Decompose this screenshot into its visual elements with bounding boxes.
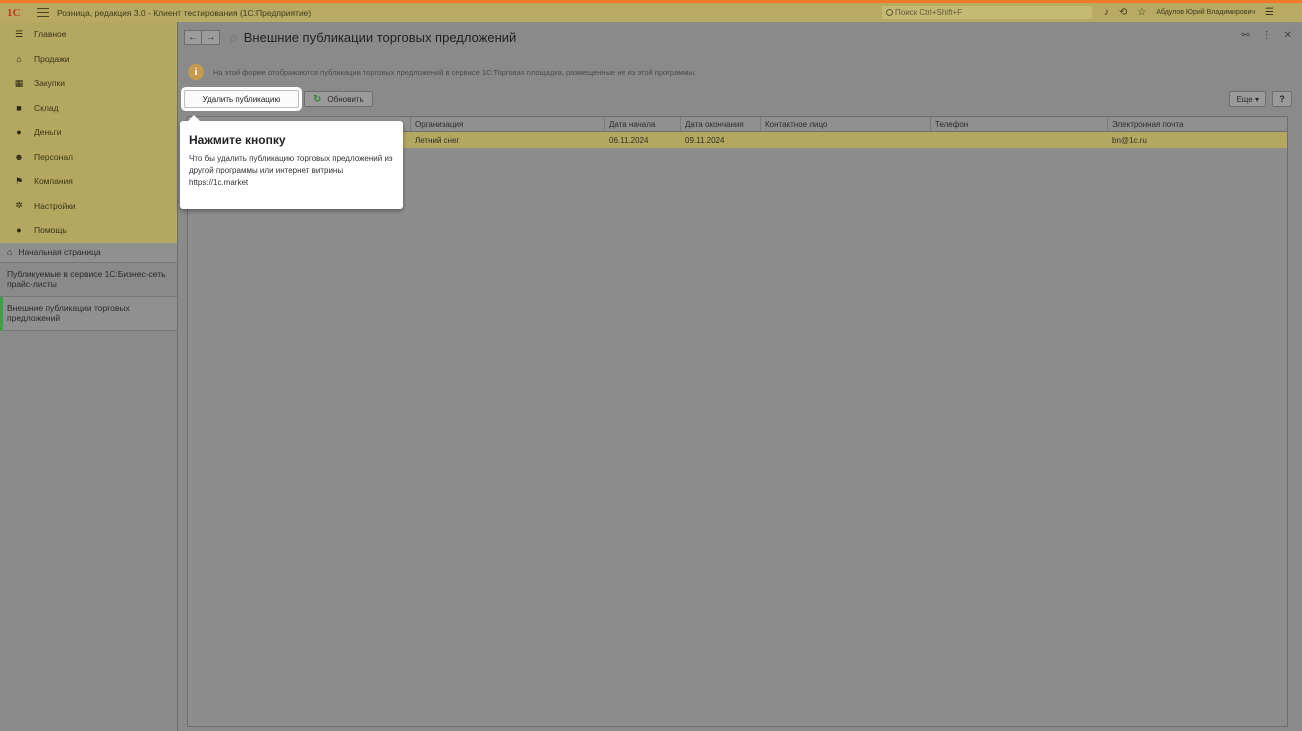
chevron-down-icon: ▾ [1252,94,1259,104]
info-icon: i [188,64,204,80]
section-label: Продажи [34,53,70,64]
more-menu-icon[interactable]: ⋮ [1262,30,1272,41]
info-message: i На этой форме отображаются публикации … [188,64,696,80]
column-header[interactable]: Дата начала [605,117,681,131]
refresh-label: Обновить [327,94,364,104]
bell-icon[interactable]: ♪ [1104,7,1109,18]
section-personnel[interactable]: ☻ Персонал [0,145,177,170]
section-label: Деньги [34,127,62,138]
section-main[interactable]: ☰ Главное [0,22,177,47]
help-button[interactable]: ? [1272,91,1292,107]
section-label: Персонал [34,151,74,162]
company-icon: ⚑ [14,175,24,186]
app-logo: 1С [7,6,21,19]
more-label: Еще [1236,94,1253,104]
tooltip-title: Нажмите кнопку [189,133,286,147]
hint-tooltip: Нажмите кнопку Что бы удалить публикацию… [180,115,403,209]
delete-publication-button[interactable]: Удалить публикацию [184,90,299,108]
menu-icon: ☰ [14,28,24,39]
section-warehouse[interactable]: ■ Склад [0,96,177,121]
user-name[interactable]: Абдулов Юрий Владимирович [1156,9,1255,16]
more-button[interactable]: Еще ▾ [1229,91,1266,107]
help-icon: ● [16,225,22,236]
toolbar: Удалить публикацию ↻ Обновить Еще ▾ ? [184,90,1292,108]
table-cell [931,132,1108,148]
page-title: Внешние публикации торговых предложений [243,30,517,45]
section-label: Склад [34,102,59,113]
search-icon [886,9,893,16]
column-header[interactable]: Контактное лицо [761,117,931,131]
search-placeholder: Поиск Ctrl+Shift+F [895,8,963,17]
warehouse-icon: ■ [16,102,22,113]
section-label: Закупки [34,78,65,89]
table-cell [761,132,931,148]
section-settings[interactable]: ✲ Настройки [0,194,177,219]
section-purchases[interactable]: ▦ Закупки [0,71,177,96]
star-icon[interactable]: ☆ [1137,7,1146,18]
section-money[interactable]: ● Деньги [0,120,177,145]
title-bar: 1С Розница, редакция 3.0 - Клиент тестир… [0,3,1302,22]
form-header: ← → ☆ Внешние публикации торговых предло… [184,30,516,45]
nav-external-publications[interactable]: Внешние публикации торговых предложений [0,296,177,331]
favorite-star-icon[interactable]: ☆ [228,31,239,45]
search-input[interactable]: Поиск Ctrl+Shift+F [882,6,1092,19]
purchases-icon: ▦ [14,77,24,88]
nav-home[interactable]: ⌂ Начальная страница [0,242,177,263]
table-cell: Летний снег [415,135,460,145]
column-header[interactable]: Организация [411,117,605,131]
sales-icon: ⌂ [16,53,22,64]
back-button[interactable]: ← [184,30,202,45]
app-title: Розница, редакция 3.0 - Клиент тестирова… [57,7,312,18]
settings-menu-icon[interactable]: ☰ [1265,7,1274,18]
info-text: На этой форме отображаются публикации то… [213,67,697,77]
sections-panel: ☰ Главное ⌂ Продажи ▦ Закупки ■ Склад ● Деньг… [0,22,177,243]
history-icon[interactable]: ⟲ [1119,7,1127,18]
column-header[interactable]: Электронная почта [1108,117,1287,131]
money-icon: ● [16,127,22,138]
main-menu-icon[interactable] [37,8,49,17]
nav-price-lists[interactable]: Публикуемые в сервисе 1С:Бизнес-сеть пра… [0,263,177,297]
refresh-icon: ↻ [313,93,322,105]
section-label: Компания [34,176,73,187]
section-label: Помощь [34,225,67,236]
section-help[interactable]: ● Помощь [0,218,177,243]
forward-button[interactable]: → [202,30,220,45]
table-cell: 09.11.2024 [685,135,725,145]
column-header[interactable]: Дата окончания [681,117,761,131]
table-cell: 06.11.2024 [609,135,649,145]
column-header[interactable]: Телефон [931,117,1108,131]
section-label: Настройки [34,200,76,211]
nav-home-label: Начальная страница [18,247,101,257]
table-cell: bn@1c.ru [1112,135,1147,145]
tooltip-body: Что бы удалить публикацию торговых предл… [189,154,393,187]
section-sales[interactable]: ⌂ Продажи [0,47,177,72]
section-company[interactable]: ⚑ Компания [0,169,177,194]
section-label: Главное [34,29,67,40]
link-icon[interactable]: ⚯ [1241,30,1249,41]
sidebar: ☰ Главное ⌂ Продажи ▦ Закупки ■ Склад ● Деньг… [0,22,178,731]
refresh-button[interactable]: ↻ Обновить [304,91,373,107]
home-icon: ⌂ [7,247,13,257]
settings-icon: ✲ [15,200,23,211]
close-icon[interactable]: ✕ [1284,30,1292,41]
personnel-icon: ☻ [14,151,24,162]
